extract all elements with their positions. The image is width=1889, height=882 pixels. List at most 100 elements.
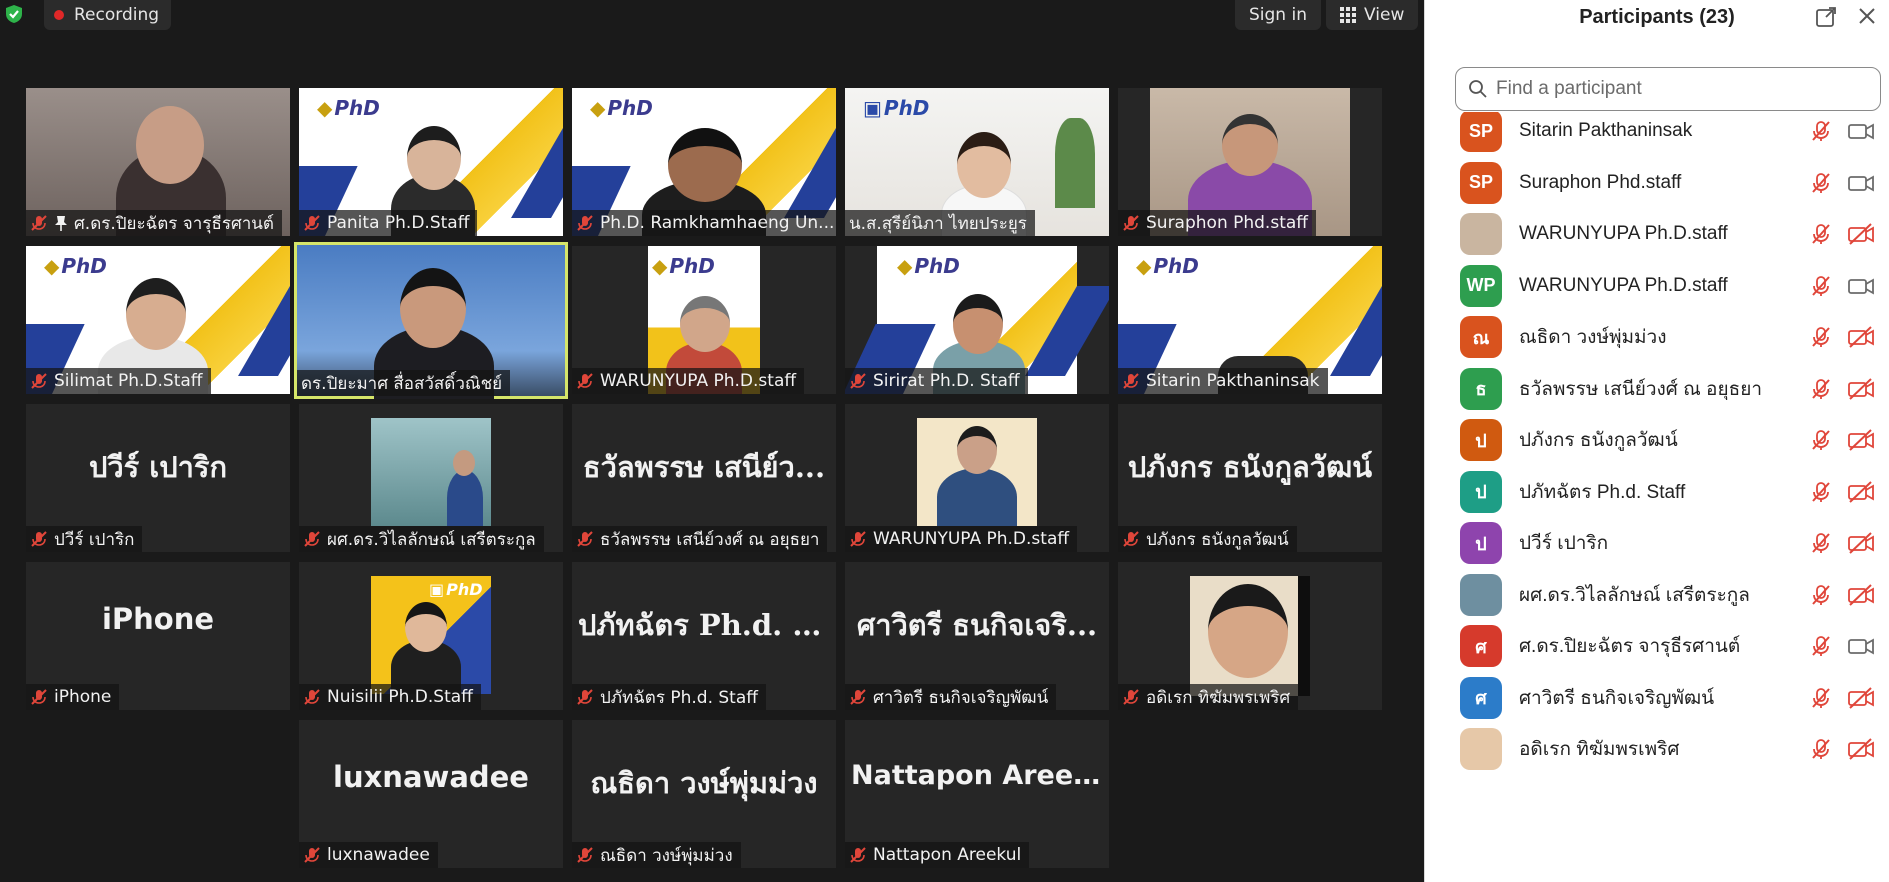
tile-name-label: ธวัลพรรษ เสนีย์วงศ์ ณ อยุธยา (572, 526, 828, 552)
video-tile[interactable]: WARUNYUPA Ph.D.staff (845, 404, 1109, 552)
encryption-shield-icon[interactable] (4, 4, 24, 24)
phd-logo: ◆ PhD (897, 254, 960, 278)
video-tile[interactable]: อดิเรก ทิฆัมพรเพริศ (1118, 562, 1382, 710)
pop-out-icon[interactable] (1815, 6, 1837, 28)
sign-in-label: Sign in (1249, 5, 1307, 25)
video-off-icon[interactable] (1847, 428, 1875, 452)
participant-head (1222, 114, 1278, 176)
participant-head (668, 128, 742, 202)
video-tile[interactable]: ◆ PhD Panita Ph.D.Staff (299, 88, 563, 236)
video-on-icon[interactable] (1847, 119, 1875, 143)
mic-muted-icon (577, 847, 593, 863)
video-tile[interactable]: ศาวิตรี ธนกิจเจริ... ศาวิตรี ธนกิจเจริญพ… (845, 562, 1109, 710)
video-on-icon[interactable] (1847, 634, 1875, 658)
participant-avatar: WP (1460, 264, 1502, 307)
mic-muted-icon[interactable] (1809, 119, 1833, 143)
tile-name: Suraphon Phd.staff (1146, 213, 1308, 233)
mic-muted-icon[interactable] (1809, 377, 1833, 401)
video-tile[interactable]: ◆ PhD Sirirat Ph.D. Staff (845, 246, 1109, 394)
video-tile[interactable]: ปวีร์ เปาริก ปวีร์ เปาริก (26, 404, 290, 552)
participant-row[interactable]: อดิเรก ทิฆัมพรเพริศ (1425, 718, 1889, 780)
participant-avatar: ศ (1460, 625, 1502, 667)
video-tile[interactable]: ศ.ดร.ปิยะฉัตร จารุธีรศานต์ (26, 88, 290, 236)
view-button[interactable]: View (1326, 0, 1419, 30)
video-tile[interactable]: Suraphon Phd.staff (1118, 88, 1382, 236)
tile-name: iPhone (54, 687, 112, 707)
tile-name-label: ปภังกร ธนังกูลวัฒน์ (1118, 526, 1297, 552)
recording-dot-icon (54, 10, 64, 20)
video-tile[interactable]: ปภังกร ธนังกูลวัฒน์ ปภังกร ธนังกูลวัฒน์ (1118, 404, 1382, 552)
video-off-icon[interactable] (1847, 583, 1875, 607)
phd-logo: ▣ PhD (863, 96, 930, 120)
participant-name: Suraphon Phd.staff (1519, 171, 1682, 193)
video-on-icon[interactable] (1847, 171, 1875, 195)
participant-head (400, 268, 466, 348)
video-off-icon[interactable] (1847, 531, 1875, 555)
phd-logo: ◆ PhD (44, 254, 107, 278)
tile-name: อดิเรก ทิฆัมพรเพริศ (1146, 687, 1291, 708)
video-tile[interactable]: luxnawadee luxnawadee (299, 720, 563, 868)
meeting-top-bar: Recording Sign in View (0, 0, 1424, 30)
video-off-icon[interactable] (1847, 686, 1875, 710)
tile-name-label: ปภัทฉัตร Ph.d. Staff (572, 684, 766, 710)
tile-name-label: iPhone (26, 684, 120, 710)
participant-avatar: ป (1460, 419, 1502, 461)
video-tile[interactable]: ▣ PhD Nuisilii Ph.D.Staff (299, 562, 563, 710)
participant-head (136, 106, 204, 184)
video-tile[interactable]: ▣ PhD น.ส.สุรีย์นิภา ไทยประยูร (845, 88, 1109, 236)
mic-muted-icon[interactable] (1809, 222, 1833, 246)
video-tile[interactable]: ◆ PhD WARUNYUPA Ph.D.staff (572, 246, 836, 394)
participant-search-box[interactable] (1455, 67, 1881, 111)
mic-muted-icon[interactable] (1809, 428, 1833, 452)
tile-name-label: ศ.ดร.ปิยะฉัตร จารุธีรศานต์ (26, 210, 282, 236)
mic-muted-icon[interactable] (1809, 634, 1833, 658)
video-tile[interactable]: ธวัลพรรษ เสนีย์ว... ธวัลพรรษ เสนีย์วงศ์ … (572, 404, 836, 552)
video-on-icon[interactable] (1847, 274, 1875, 298)
participant-avatar: ธ (1460, 367, 1502, 410)
active-speaker-tile[interactable]: ดร.ปิยะมาศ สื่อสวัสดิ์วณิชย์ (294, 242, 568, 399)
tile-big-name: ปภังกร ธนังกูลวัฒน์ (1127, 450, 1373, 484)
mic-muted-icon[interactable] (1809, 686, 1833, 710)
participants-panel: Participants (23) SP Sitarin Pakthaninsa… (1424, 0, 1889, 882)
mic-muted-icon[interactable] (1809, 171, 1833, 195)
tile-name: ศาวิตรี ธนกิจเจริญพัฒน์ (873, 687, 1049, 708)
mic-muted-icon[interactable] (1809, 480, 1833, 504)
video-tile[interactable]: ปภัทฉัตร Ph.d. S... ปภัทฉัตร Ph.d. Staff (572, 562, 836, 710)
tile-name: ปภัทฉัตร Ph.d. Staff (600, 687, 758, 708)
tile-name: Sirirat Ph.D. Staff (873, 371, 1020, 391)
video-tile[interactable]: Nattapon Areekul Nattapon Areekul (845, 720, 1109, 868)
participant-avatar (1460, 573, 1502, 616)
participant-avatar: ณ (1460, 316, 1502, 358)
tile-name: ศ.ดร.ปิยะฉัตร จารุธีรศานต์ (74, 213, 274, 234)
mic-muted-icon (31, 215, 47, 231)
sign-in-button[interactable]: Sign in (1235, 0, 1321, 30)
mic-muted-icon (850, 689, 866, 705)
participant-search-input[interactable] (1496, 78, 1856, 100)
video-off-icon[interactable] (1847, 737, 1875, 761)
tile-big-name: ณธิดา วงษ์พุ่มม่วง (590, 766, 818, 800)
mic-muted-icon[interactable] (1809, 531, 1833, 555)
participant-name: Sitarin Pakthaninsak (1519, 120, 1693, 141)
video-off-icon[interactable] (1847, 480, 1875, 504)
participant-name: ผศ.ดร.วิไลลักษณ์ เสรีตระกูล (1519, 584, 1750, 606)
recording-indicator[interactable]: Recording (44, 0, 172, 30)
mic-muted-icon[interactable] (1809, 583, 1833, 607)
video-tile[interactable]: ◆ PhD Sitarin Pakthaninsak (1118, 246, 1382, 394)
participant-avatar (1460, 728, 1502, 770)
mic-muted-icon[interactable] (1809, 325, 1833, 349)
video-tile[interactable]: ◆ PhD Silimat Ph.D.Staff (26, 246, 290, 394)
video-tile[interactable]: ◆ PhD Ph.D. Ramkhamhaeng Un... (572, 88, 836, 236)
video-off-icon[interactable] (1847, 325, 1875, 349)
close-icon[interactable] (1857, 6, 1877, 26)
video-tile[interactable]: iPhone iPhone (26, 562, 290, 710)
video-tile[interactable]: ผศ.ดร.วิไลลักษณ์ เสรีตระกูล (299, 404, 563, 552)
mic-muted-icon[interactable] (1809, 737, 1833, 761)
participant-name: ปภังกร ธนังกูลวัฒน์ (1519, 430, 1678, 451)
video-off-icon[interactable] (1847, 377, 1875, 401)
phd-logo: ◆ PhD (1136, 254, 1199, 278)
video-off-icon[interactable] (1847, 222, 1875, 246)
mic-muted-icon (1123, 531, 1139, 547)
video-tile[interactable]: ณธิดา วงษ์พุ่มม่วง ณธิดา วงษ์พุ่มม่วง (572, 720, 836, 868)
mic-muted-icon[interactable] (1809, 274, 1833, 298)
participant-list[interactable]: SP Sitarin Pakthaninsak SP Suraphon Phd.… (1425, 112, 1889, 882)
